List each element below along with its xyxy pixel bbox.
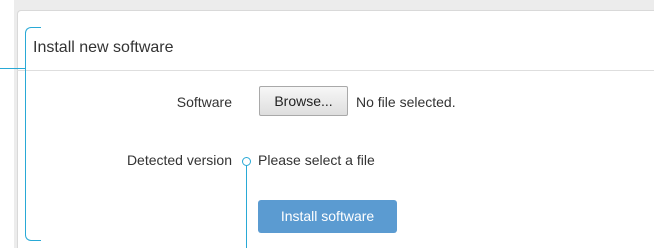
title-divider — [17, 70, 654, 71]
browse-button[interactable]: Browse... — [259, 86, 348, 116]
detected-version-label: Detected version — [126, 152, 232, 168]
callout-bracket — [25, 27, 41, 241]
section-title: Install new software — [33, 39, 174, 56]
software-label: Software — [176, 94, 232, 110]
install-software-button[interactable]: Install software — [258, 200, 397, 233]
detected-version-value: Please select a file — [258, 152, 375, 168]
callout-bracket-stub — [0, 68, 26, 69]
file-status-text: No file selected. — [356, 94, 456, 110]
callout-line — [246, 165, 247, 248]
callout-dot — [242, 157, 251, 166]
